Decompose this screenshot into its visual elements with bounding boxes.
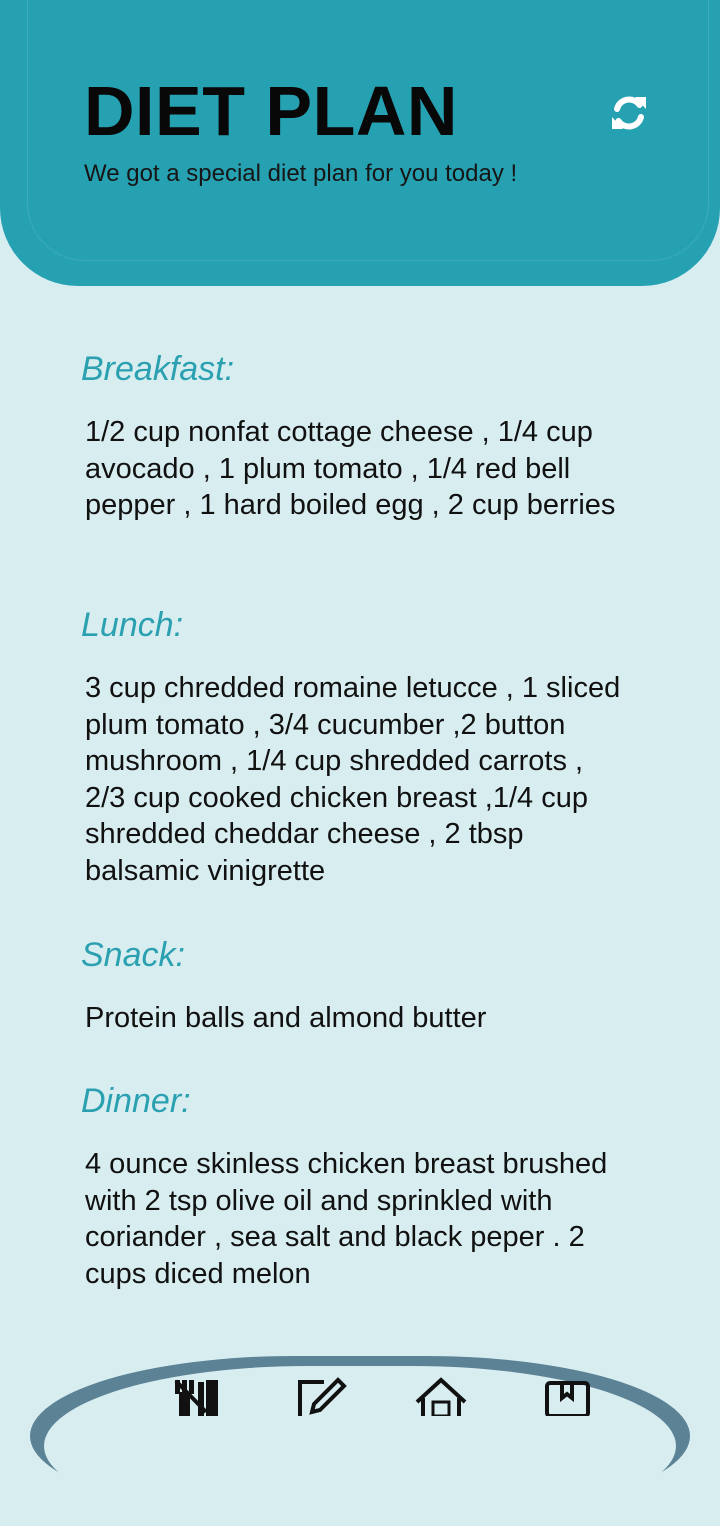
page-title: DIET PLAN [84, 72, 458, 150]
lunch-content: 3 cup chredded romaine letucce , 1 slice… [85, 672, 621, 887]
lunch-section: Lunch: 3 cup chredded romaine letucce , … [81, 605, 641, 889]
meal-icon [172, 1376, 226, 1416]
edit-icon [294, 1376, 348, 1416]
dinner-content: 4 ounce skinless chicken breast brushed … [85, 1148, 608, 1290]
breakfast-heading: Breakfast: [81, 350, 235, 388]
refresh-button[interactable] [606, 92, 652, 138]
snack-content: Protein balls and almond butter [85, 1002, 487, 1034]
snack-heading: Snack: [81, 936, 185, 974]
nav-meal-button[interactable] [172, 1376, 226, 1416]
nav-edit-button[interactable] [294, 1376, 348, 1416]
refresh-icon [608, 92, 650, 139]
page-subtitle: We got a special diet plan for you today… [84, 160, 518, 187]
nav-home-button[interactable] [413, 1376, 467, 1416]
nav-bookmark-button[interactable] [541, 1376, 595, 1416]
dinner-section: Dinner: 4 ounce skinless chicken breast … [81, 1081, 641, 1292]
snack-section: Snack: Protein balls and almond butter [81, 935, 641, 1037]
lunch-heading: Lunch: [81, 606, 184, 644]
dinner-heading: Dinner: [81, 1082, 191, 1120]
header: DIET PLAN We got a special diet plan for… [0, 0, 720, 286]
home-icon [413, 1376, 467, 1416]
breakfast-section: Breakfast: 1/2 cup nonfat cottage cheese… [81, 349, 641, 524]
breakfast-content: 1/2 cup nonfat cottage cheese , 1/4 cup … [85, 416, 616, 521]
bookmark-icon [541, 1376, 595, 1416]
